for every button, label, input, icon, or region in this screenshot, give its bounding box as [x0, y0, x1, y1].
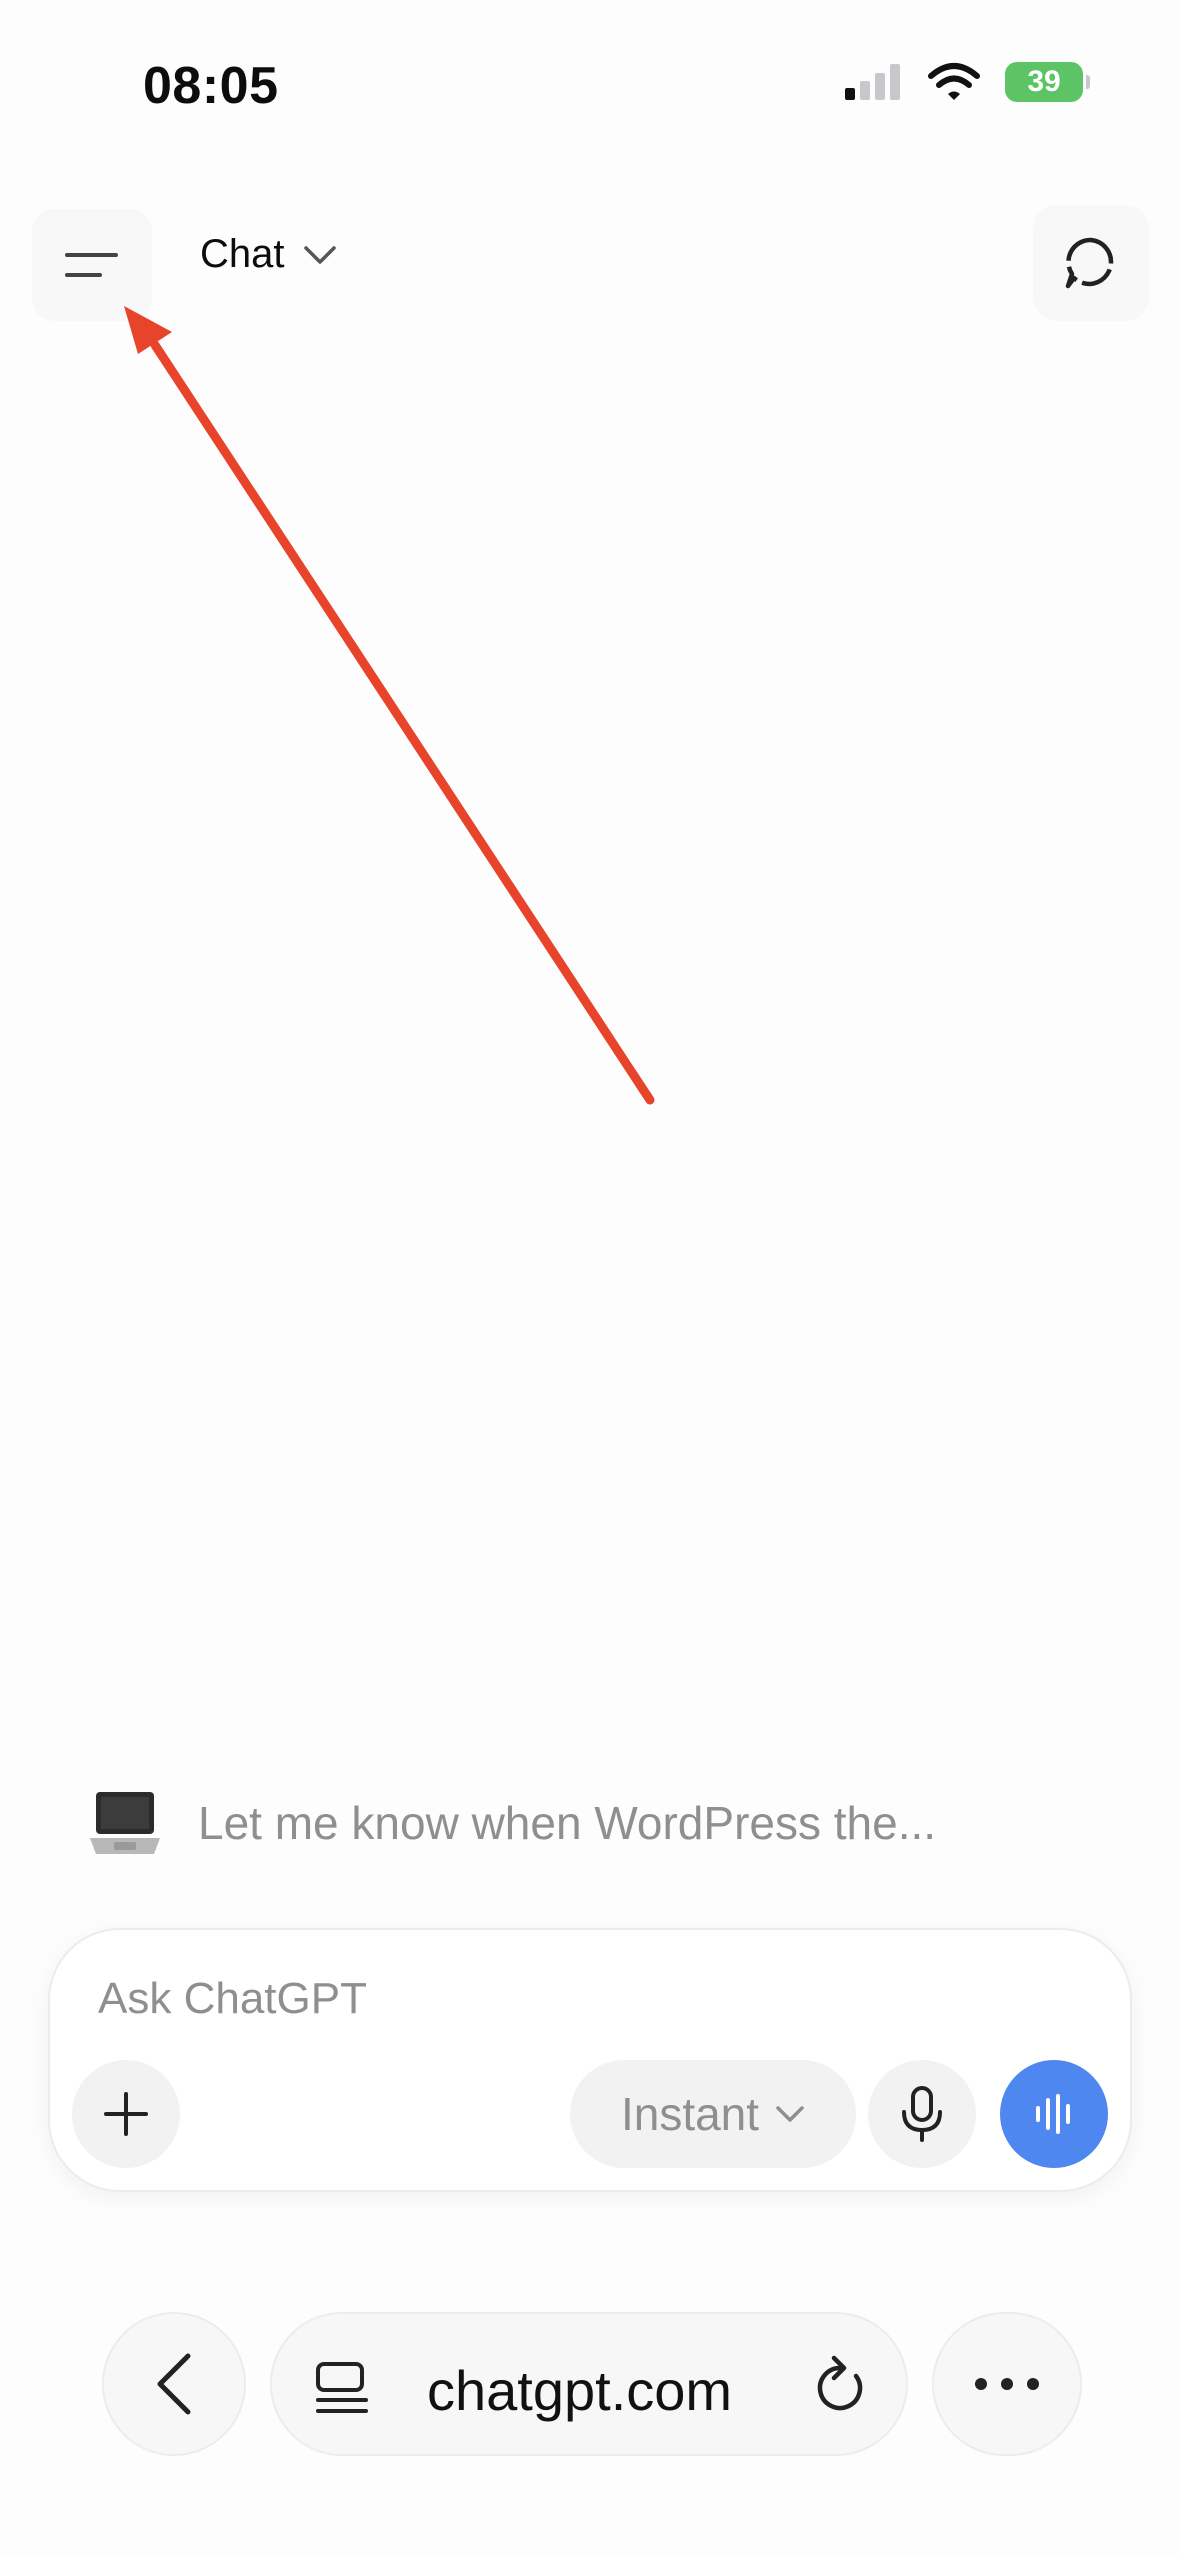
message-input[interactable] [98, 1974, 998, 2024]
sidebar-menu-button[interactable] [32, 209, 152, 321]
browser-more-button[interactable] [932, 2312, 1082, 2456]
voice-mode-button[interactable] [1000, 2060, 1108, 2168]
annotation-arrow [124, 306, 655, 1105]
status-time: 08:05 [143, 57, 279, 115]
chatgpt-mobile-page: 08:05 39 Chat Let me know when WordPress… [0, 0, 1179, 2556]
mode-selector-label: Instant [620, 2088, 760, 2140]
chevron-down-icon [303, 245, 336, 264]
new-chat-button[interactable] [1033, 205, 1149, 321]
suggestion-text: Let me know when WordPress the... [198, 1797, 937, 1849]
dictate-button[interactable] [868, 2060, 976, 2168]
wifi-icon [928, 63, 980, 100]
voice-wave-icon [1036, 2094, 1070, 2134]
address-bar-url: chatgpt.com [427, 2359, 733, 2422]
model-picker-label: Chat [200, 232, 285, 276]
status-icons: 39 [845, 62, 1090, 102]
address-bar[interactable]: chatgpt.com [270, 2312, 908, 2456]
composer: Instant [48, 1928, 1132, 2192]
cellular-signal-icon [845, 64, 900, 100]
suggestion-item[interactable]: Let me know when WordPress the... [90, 1790, 936, 1856]
mic-icon [902, 2086, 942, 2142]
model-picker[interactable]: Chat [200, 232, 337, 277]
battery-indicator: 39 [1005, 62, 1090, 102]
browser-back-button[interactable] [102, 2312, 246, 2456]
battery-level: 39 [1027, 65, 1061, 98]
menu-icon [65, 253, 118, 277]
mode-selector[interactable]: Instant [570, 2060, 856, 2168]
ellipsis-icon [975, 2378, 1039, 2390]
reload-icon[interactable] [812, 2354, 868, 2416]
new-chat-icon [1065, 237, 1114, 289]
chevron-down-icon [776, 2106, 804, 2122]
tabs-icon [316, 2362, 368, 2413]
plus-icon [104, 2092, 148, 2136]
laptop-icon [90, 1792, 160, 1854]
attach-button[interactable] [72, 2060, 180, 2168]
chevron-left-icon [157, 2353, 191, 2415]
